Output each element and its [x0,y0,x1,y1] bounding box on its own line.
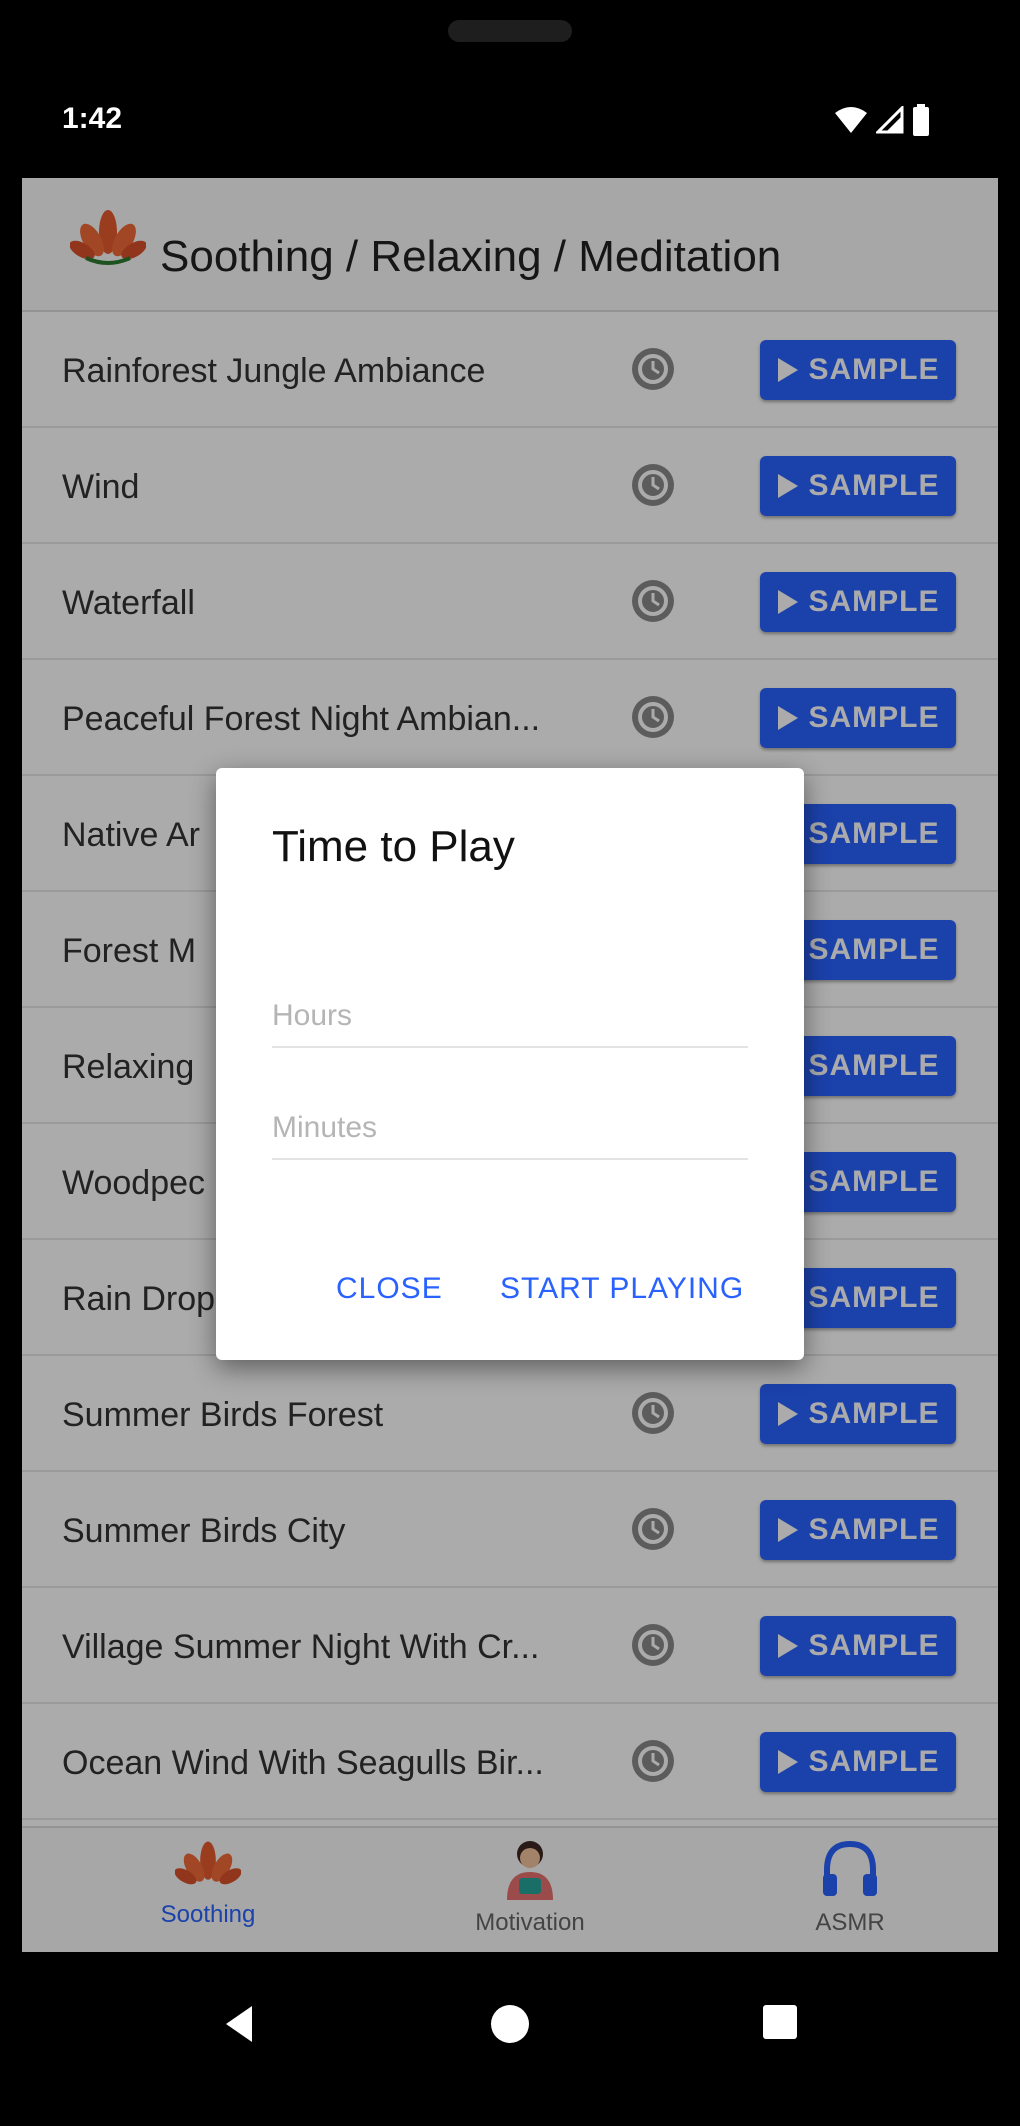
recent-apps-icon[interactable] [760,2002,800,2042]
minutes-input[interactable] [272,1098,748,1160]
speaker-grille [448,20,572,42]
system-nav-bar [0,1960,1020,2126]
close-button[interactable]: CLOSE [336,1272,443,1306]
home-icon[interactable] [488,2002,532,2046]
signal-icon [876,106,904,134]
start-playing-button[interactable]: START PLAYING [500,1272,744,1306]
status-time: 1:42 [62,102,123,135]
back-icon[interactable] [218,2002,262,2046]
wifi-icon [835,107,867,133]
battery-icon [913,104,929,136]
dialog-title: Time to Play [272,822,515,871]
status-icons [834,104,930,136]
hours-input[interactable] [272,986,748,1048]
time-to-play-dialog: Time to Play CLOSE START PLAYING [216,768,804,1360]
status-bar: 1:42 [0,90,1020,150]
